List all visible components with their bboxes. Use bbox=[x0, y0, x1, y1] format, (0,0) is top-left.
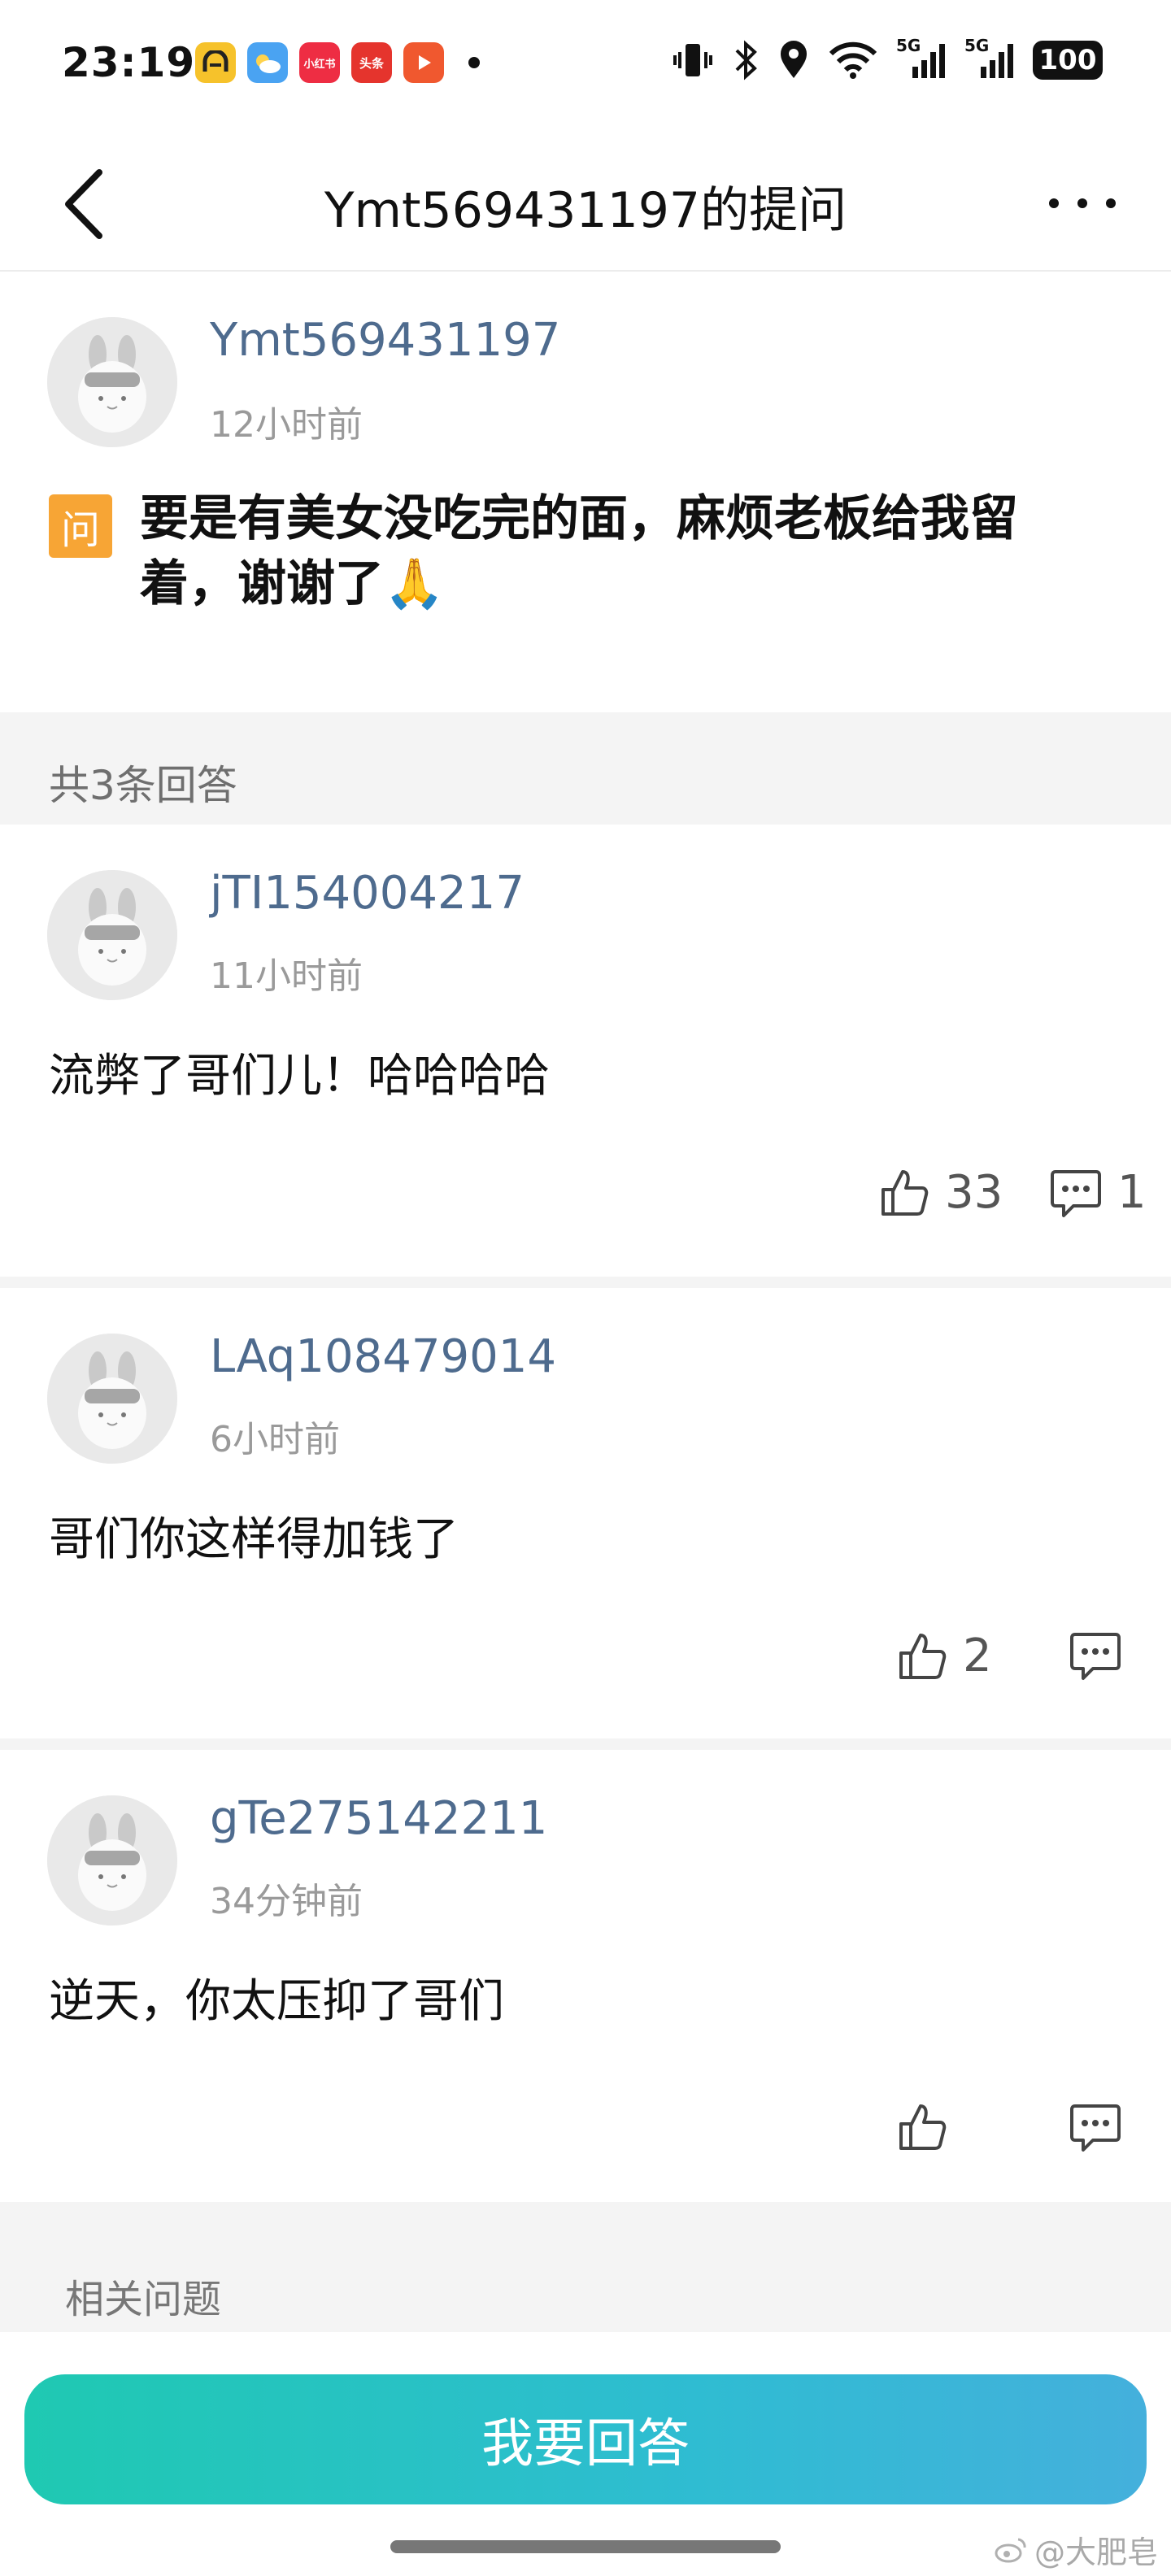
answer-text: 流弊了哥们儿！哈哈哈哈 bbox=[49, 1050, 550, 1103]
default-avatar-icon bbox=[47, 1334, 177, 1464]
signal-5g-icon-1: 5G bbox=[896, 36, 947, 81]
default-avatar-icon bbox=[47, 1795, 177, 1925]
weibo-logo-icon bbox=[995, 2538, 1026, 2562]
weather-app-icon bbox=[247, 42, 288, 83]
answer-item: LAq108479014 6小时前 哥们你这样得加钱了 2 bbox=[0, 1288, 1171, 1738]
comment-button[interactable]: 1 bbox=[1049, 1166, 1147, 1219]
comment-button[interactable] bbox=[1069, 2101, 1137, 2153]
like-button[interactable]: 2 bbox=[896, 1630, 992, 1682]
watermark-text: @大肥皂 bbox=[1034, 2535, 1158, 2570]
answers-count-label: 共3条回答 bbox=[49, 762, 237, 809]
comment-button[interactable] bbox=[1069, 1630, 1137, 1682]
thumbs-up-icon bbox=[899, 2104, 947, 2150]
comment-icon bbox=[1070, 2104, 1121, 2152]
divider bbox=[0, 1738, 1171, 1750]
answer-item: jTI154004217 11小时前 流弊了哥们儿！哈哈哈哈 33 1 bbox=[0, 825, 1171, 1277]
status-bar: 23:19 小红书 头条 5G 5G 100 bbox=[0, 0, 1171, 130]
watermark: @大肥皂 bbox=[994, 2527, 1158, 2572]
system-icons: 5G 5G 100 bbox=[672, 36, 1103, 81]
avatar[interactable] bbox=[47, 1795, 177, 1925]
question-text-line-1: 要是有美女没吃完的面，麻烦老板给我留 bbox=[140, 490, 1018, 547]
like-button[interactable] bbox=[896, 2101, 963, 2153]
wifi-icon bbox=[829, 41, 877, 79]
answer-username[interactable]: jTI154004217 bbox=[210, 867, 525, 920]
battery-indicator: 100 bbox=[1033, 41, 1103, 80]
answers-header: 共3条回答 bbox=[0, 712, 1171, 825]
answer-text: 逆天，你太压抑了哥们 bbox=[49, 1975, 504, 2028]
more-options-icon[interactable] bbox=[1046, 195, 1119, 211]
vibrate-icon bbox=[673, 44, 712, 76]
avatar[interactable] bbox=[47, 870, 177, 1000]
divider bbox=[0, 1277, 1171, 1288]
answer-time: 6小时前 bbox=[210, 1419, 340, 1460]
avatar[interactable] bbox=[47, 317, 177, 447]
comment-icon bbox=[1070, 1633, 1121, 1680]
thumbs-up-icon bbox=[882, 1169, 929, 1216]
toutiao-app-icon: 头条 bbox=[351, 42, 392, 83]
answer-button[interactable]: 我要回答 bbox=[24, 2374, 1147, 2504]
answer-time: 34分钟前 bbox=[210, 1881, 363, 1922]
status-time: 23:19 bbox=[62, 39, 196, 86]
default-avatar-icon bbox=[47, 870, 177, 1000]
avatar[interactable] bbox=[47, 1334, 177, 1464]
answer-text: 哥们你这样得加钱了 bbox=[49, 1513, 459, 1566]
home-indicator[interactable] bbox=[390, 2540, 781, 2553]
page: 23:19 小红书 头条 5G 5G 100 Ymt569431197的提问 Y… bbox=[0, 0, 1171, 2576]
thumbs-up-icon bbox=[899, 1633, 947, 1679]
related-questions-label: 相关问题 bbox=[65, 2277, 222, 2322]
answer-username[interactable]: LAq108479014 bbox=[210, 1330, 556, 1383]
comment-icon bbox=[1051, 1169, 1101, 1217]
answer-item: gTe275142211 34分钟前 逆天，你太压抑了哥们 bbox=[0, 1750, 1171, 2202]
page-title: Ymt569431197的提问 bbox=[324, 182, 847, 239]
location-icon bbox=[781, 41, 807, 78]
question-text-line-2: 着，谢谢了🙏 bbox=[140, 555, 445, 612]
video-app-icon bbox=[403, 42, 444, 83]
comment-count: 1 bbox=[1117, 1166, 1147, 1219]
question-card: Ymt569431197 12小时前 问 要是有美女没吃完的面，麻烦老板给我留 … bbox=[0, 273, 1171, 712]
related-questions-section: 相关问题 bbox=[0, 2202, 1171, 2332]
xiaohongshu-app-icon: 小红书 bbox=[299, 42, 340, 83]
bluetooth-icon bbox=[735, 40, 757, 80]
like-count: 2 bbox=[963, 1630, 992, 1682]
question-time: 12小时前 bbox=[210, 404, 363, 446]
more-notifications-dot bbox=[468, 57, 480, 68]
amap-app-icon bbox=[195, 42, 236, 83]
signal-5g-icon-2: 5G bbox=[964, 36, 1015, 81]
answer-username[interactable]: gTe275142211 bbox=[210, 1792, 547, 1845]
question-text: 要是有美女没吃完的面，麻烦老板给我留 着，谢谢了🙏 bbox=[140, 486, 1116, 616]
question-badge: 问 bbox=[49, 494, 112, 558]
asker-username[interactable]: Ymt569431197 bbox=[210, 314, 560, 367]
notification-app-icons: 小红书 头条 bbox=[195, 42, 480, 83]
like-button[interactable]: 33 bbox=[878, 1166, 1003, 1219]
like-count: 33 bbox=[945, 1166, 1003, 1219]
nav-bar: Ymt569431197的提问 bbox=[0, 130, 1171, 272]
answer-time: 11小时前 bbox=[210, 955, 363, 997]
default-avatar-icon bbox=[47, 317, 177, 447]
